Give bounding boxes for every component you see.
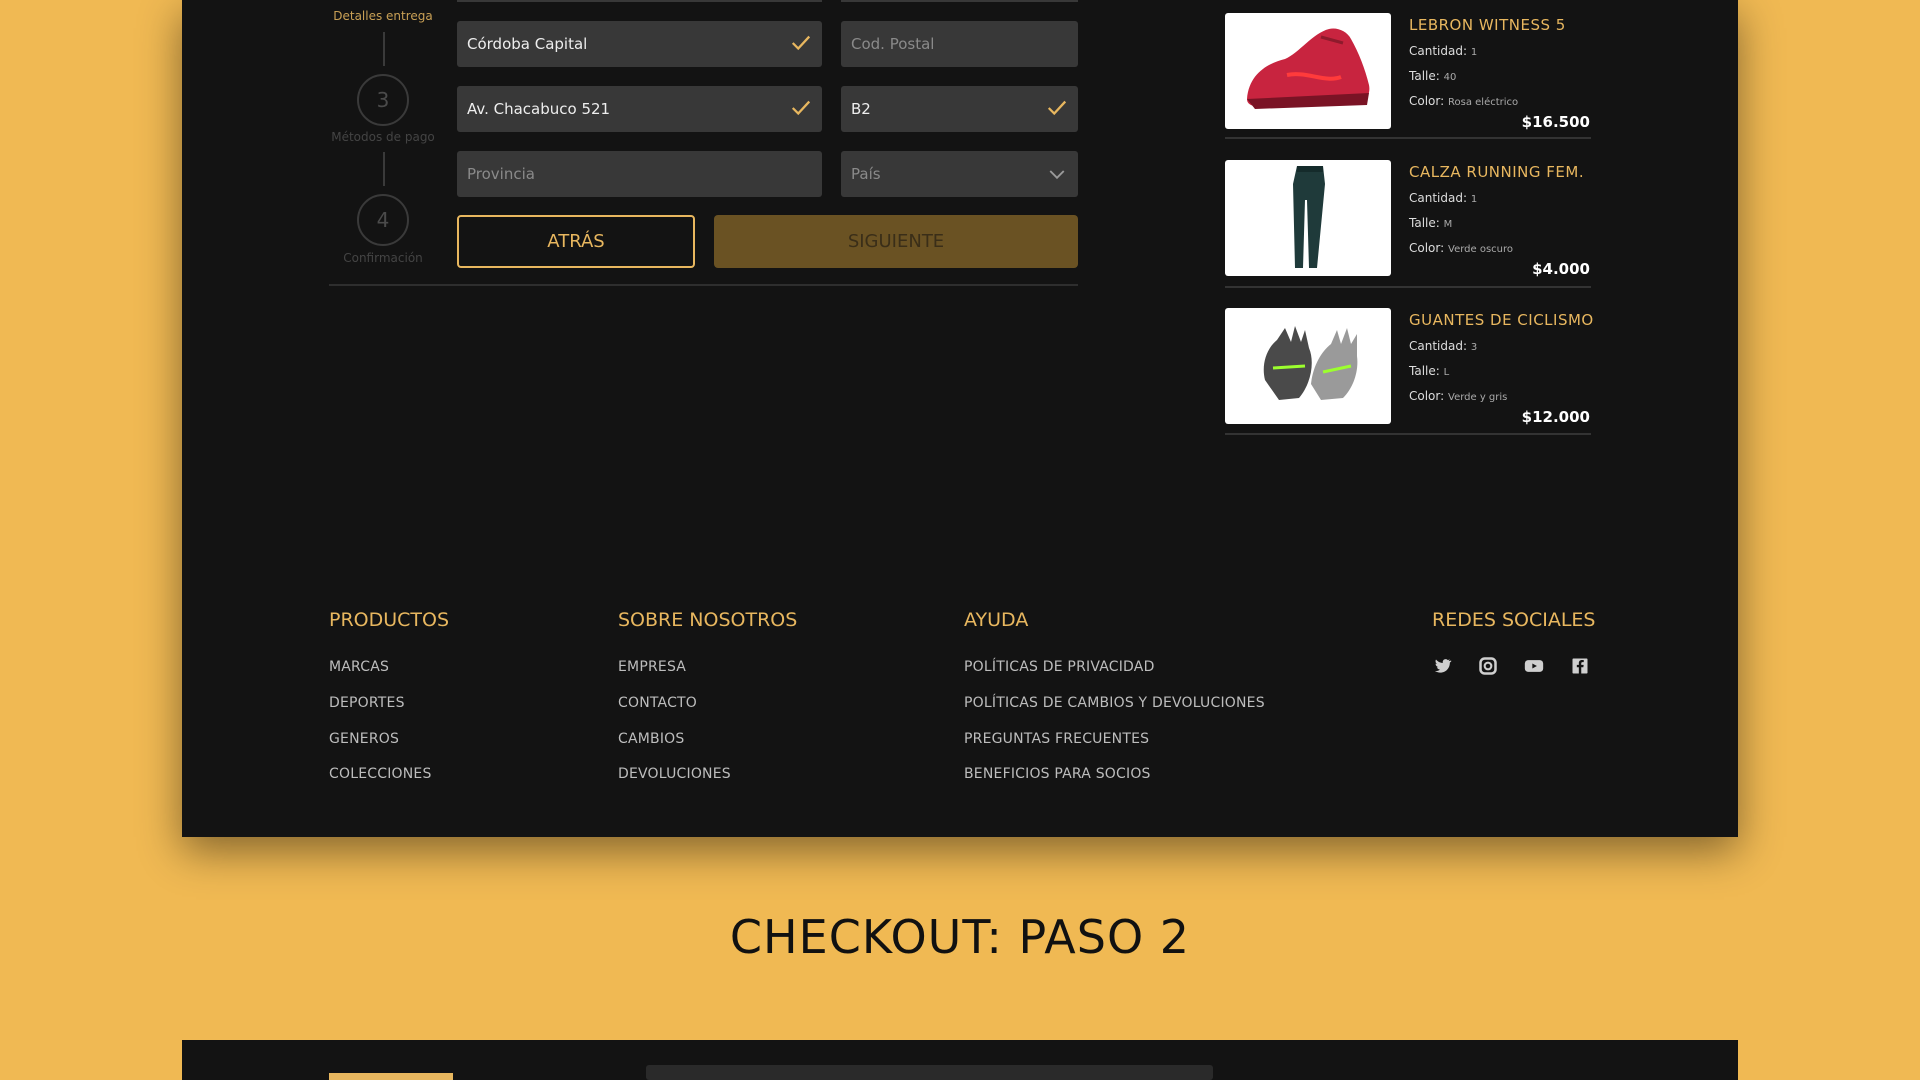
footer-link[interactable]: CAMBIOS — [618, 731, 684, 747]
sneaker-image — [1247, 28, 1370, 109]
cart-item-size: Talle: L — [1409, 364, 1449, 378]
footer-link[interactable]: DEPORTES — [329, 695, 405, 711]
form-divider — [329, 284, 1078, 286]
cart-divider — [1225, 433, 1591, 435]
postal-code-field[interactable]: Cod. Postal — [841, 21, 1078, 67]
step-2-label: Detalles entrega — [333, 9, 433, 23]
footer-link[interactable]: POLÍTICAS DE PRIVACIDAD — [964, 659, 1155, 675]
step-4-label: Confirmación — [343, 251, 423, 265]
footer-link[interactable]: MARCAS — [329, 659, 389, 675]
province-placeholder: Provincia — [467, 165, 535, 183]
quantity-value: 1 — [1470, 47, 1478, 58]
size-value: M — [1443, 219, 1453, 230]
cart-item-size: Talle: 40 — [1409, 69, 1456, 83]
quantity-label: Cantidad: — [1409, 339, 1468, 353]
size-label: Talle: — [1409, 216, 1440, 230]
footer-help-title: AYUDA — [964, 609, 1029, 631]
step-connector — [383, 32, 385, 66]
postal-code-placeholder: Cod. Postal — [851, 35, 935, 53]
color-value: Verde oscuro — [1448, 244, 1514, 255]
province-field[interactable]: Provincia — [457, 151, 822, 197]
cart-item-price: $4.000 — [1532, 260, 1590, 278]
color-label: Color: — [1409, 389, 1445, 403]
footer-social-title: REDES SOCIALES — [1432, 609, 1596, 631]
address-value: Av. Chacabuco 521 — [467, 100, 611, 118]
footer-link[interactable]: COLECCIONES — [329, 766, 432, 782]
apartment-field[interactable]: B2 — [841, 86, 1078, 132]
quantity-value: 1 — [1470, 194, 1478, 205]
product-image-sneaker — [1225, 13, 1391, 129]
field-edge — [841, 0, 1078, 2]
footer-link[interactable]: PREGUNTAS FRECUENTES — [964, 731, 1149, 747]
size-value: 40 — [1443, 72, 1457, 83]
size-value: L — [1443, 367, 1450, 378]
city-value: Córdoba Capital — [467, 35, 588, 53]
cart-item-color: Color: Rosa eléctrico — [1409, 94, 1518, 108]
cart-item-quantity: Cantidad: 1 — [1409, 191, 1477, 205]
footer-link[interactable]: CONTACTO — [618, 695, 697, 711]
footer-link[interactable]: EMPRESA — [618, 659, 686, 675]
address-field[interactable]: Av. Chacabuco 521 — [457, 86, 822, 132]
country-select[interactable]: País — [841, 151, 1078, 197]
footer-link[interactable]: BENEFICIOS PARA SOCIOS — [964, 766, 1151, 782]
field-edge — [457, 0, 822, 2]
footer-link[interactable]: POLÍTICAS DE CAMBIOS Y DEVOLUCIONES — [964, 695, 1265, 711]
size-label: Talle: — [1409, 364, 1440, 378]
city-field[interactable]: Córdoba Capital — [457, 21, 822, 67]
color-value: Rosa eléctrico — [1448, 97, 1519, 108]
facebook-icon[interactable] — [1570, 656, 1590, 676]
color-label: Color: — [1409, 94, 1445, 108]
chevron-down-icon — [1049, 170, 1065, 180]
check-icon — [791, 100, 811, 116]
cart-divider — [1225, 137, 1591, 139]
check-icon — [791, 35, 811, 51]
instagram-icon[interactable] — [1478, 656, 1498, 676]
footer-about-title: SOBRE NOSOTROS — [618, 609, 798, 631]
section-title: CHECKOUT: PASO 2 — [729, 910, 1191, 964]
search-input[interactable] — [646, 1065, 1213, 1080]
step-connector — [383, 152, 385, 186]
cart-item-size: Talle: M — [1409, 216, 1452, 230]
footer-link[interactable]: DEVOLUCIONES — [618, 766, 731, 782]
step-3-circle: 3 — [357, 74, 409, 126]
cart-item-name: CALZA RUNNING FEM. — [1409, 163, 1585, 181]
step-3-label: Métodos de pago — [331, 130, 435, 144]
next-button[interactable]: SIGUIENTE — [714, 215, 1078, 268]
footer-link[interactable]: GENEROS — [329, 731, 399, 747]
product-image-gloves — [1225, 308, 1391, 424]
leggings-image — [1293, 166, 1325, 268]
cart-item-price: $16.500 — [1521, 113, 1590, 131]
cart-item-quantity: Cantidad: 3 — [1409, 339, 1477, 353]
size-label: Talle: — [1409, 69, 1440, 83]
quantity-label: Cantidad: — [1409, 191, 1468, 205]
gloves-image — [1263, 326, 1358, 400]
back-button[interactable]: ATRÁS — [457, 215, 695, 268]
apartment-value: B2 — [851, 100, 871, 118]
country-placeholder: País — [851, 165, 881, 183]
youtube-icon[interactable] — [1523, 656, 1545, 676]
cart-item-name: LEBRON WITNESS 5 — [1409, 16, 1566, 34]
cart-item-name: GUANTES DE CICLISMO — [1409, 311, 1594, 329]
footer-products-title: PRODUCTOS — [329, 609, 450, 631]
cart-item-color: Color: Verde oscuro — [1409, 241, 1513, 255]
twitter-icon[interactable] — [1432, 656, 1452, 676]
color-value: Verde y gris — [1448, 392, 1508, 403]
cart-item-color: Color: Verde y gris — [1409, 389, 1507, 403]
product-image-leggings — [1225, 160, 1391, 276]
brand-logo[interactable] — [329, 1073, 453, 1080]
cart-item-price: $12.000 — [1521, 408, 1590, 426]
step-4-circle: 4 — [357, 194, 409, 246]
quantity-value: 3 — [1470, 342, 1478, 353]
color-label: Color: — [1409, 241, 1445, 255]
cart-divider — [1225, 286, 1591, 288]
quantity-label: Cantidad: — [1409, 44, 1468, 58]
check-icon — [1047, 100, 1067, 116]
cart-item-quantity: Cantidad: 1 — [1409, 44, 1477, 58]
